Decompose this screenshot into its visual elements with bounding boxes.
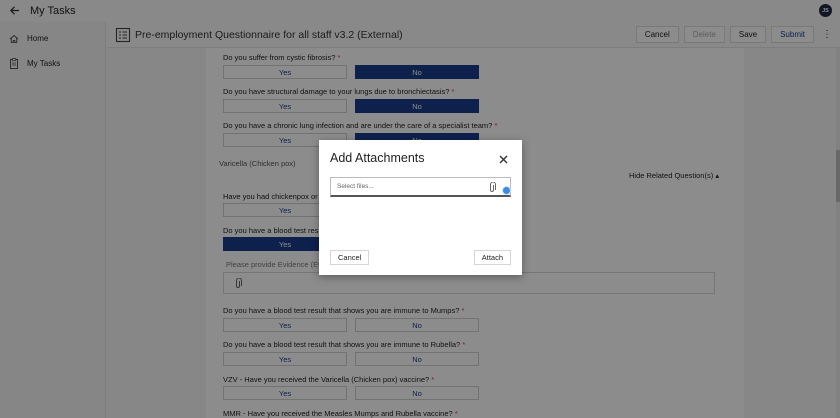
add-attachments-dialog: Add Attachments Select files... Cancel A… bbox=[319, 140, 522, 275]
close-icon[interactable] bbox=[499, 155, 508, 164]
file-select-input[interactable]: Select files... bbox=[330, 177, 511, 197]
file-select-placeholder: Select files... bbox=[337, 183, 374, 190]
attach-button[interactable]: Attach bbox=[473, 250, 511, 265]
dialog-title: Add Attachments bbox=[330, 151, 425, 165]
click-indicator-icon bbox=[502, 186, 511, 195]
paperclip-icon[interactable] bbox=[487, 181, 497, 194]
dialog-cancel-button[interactable]: Cancel bbox=[330, 250, 370, 265]
